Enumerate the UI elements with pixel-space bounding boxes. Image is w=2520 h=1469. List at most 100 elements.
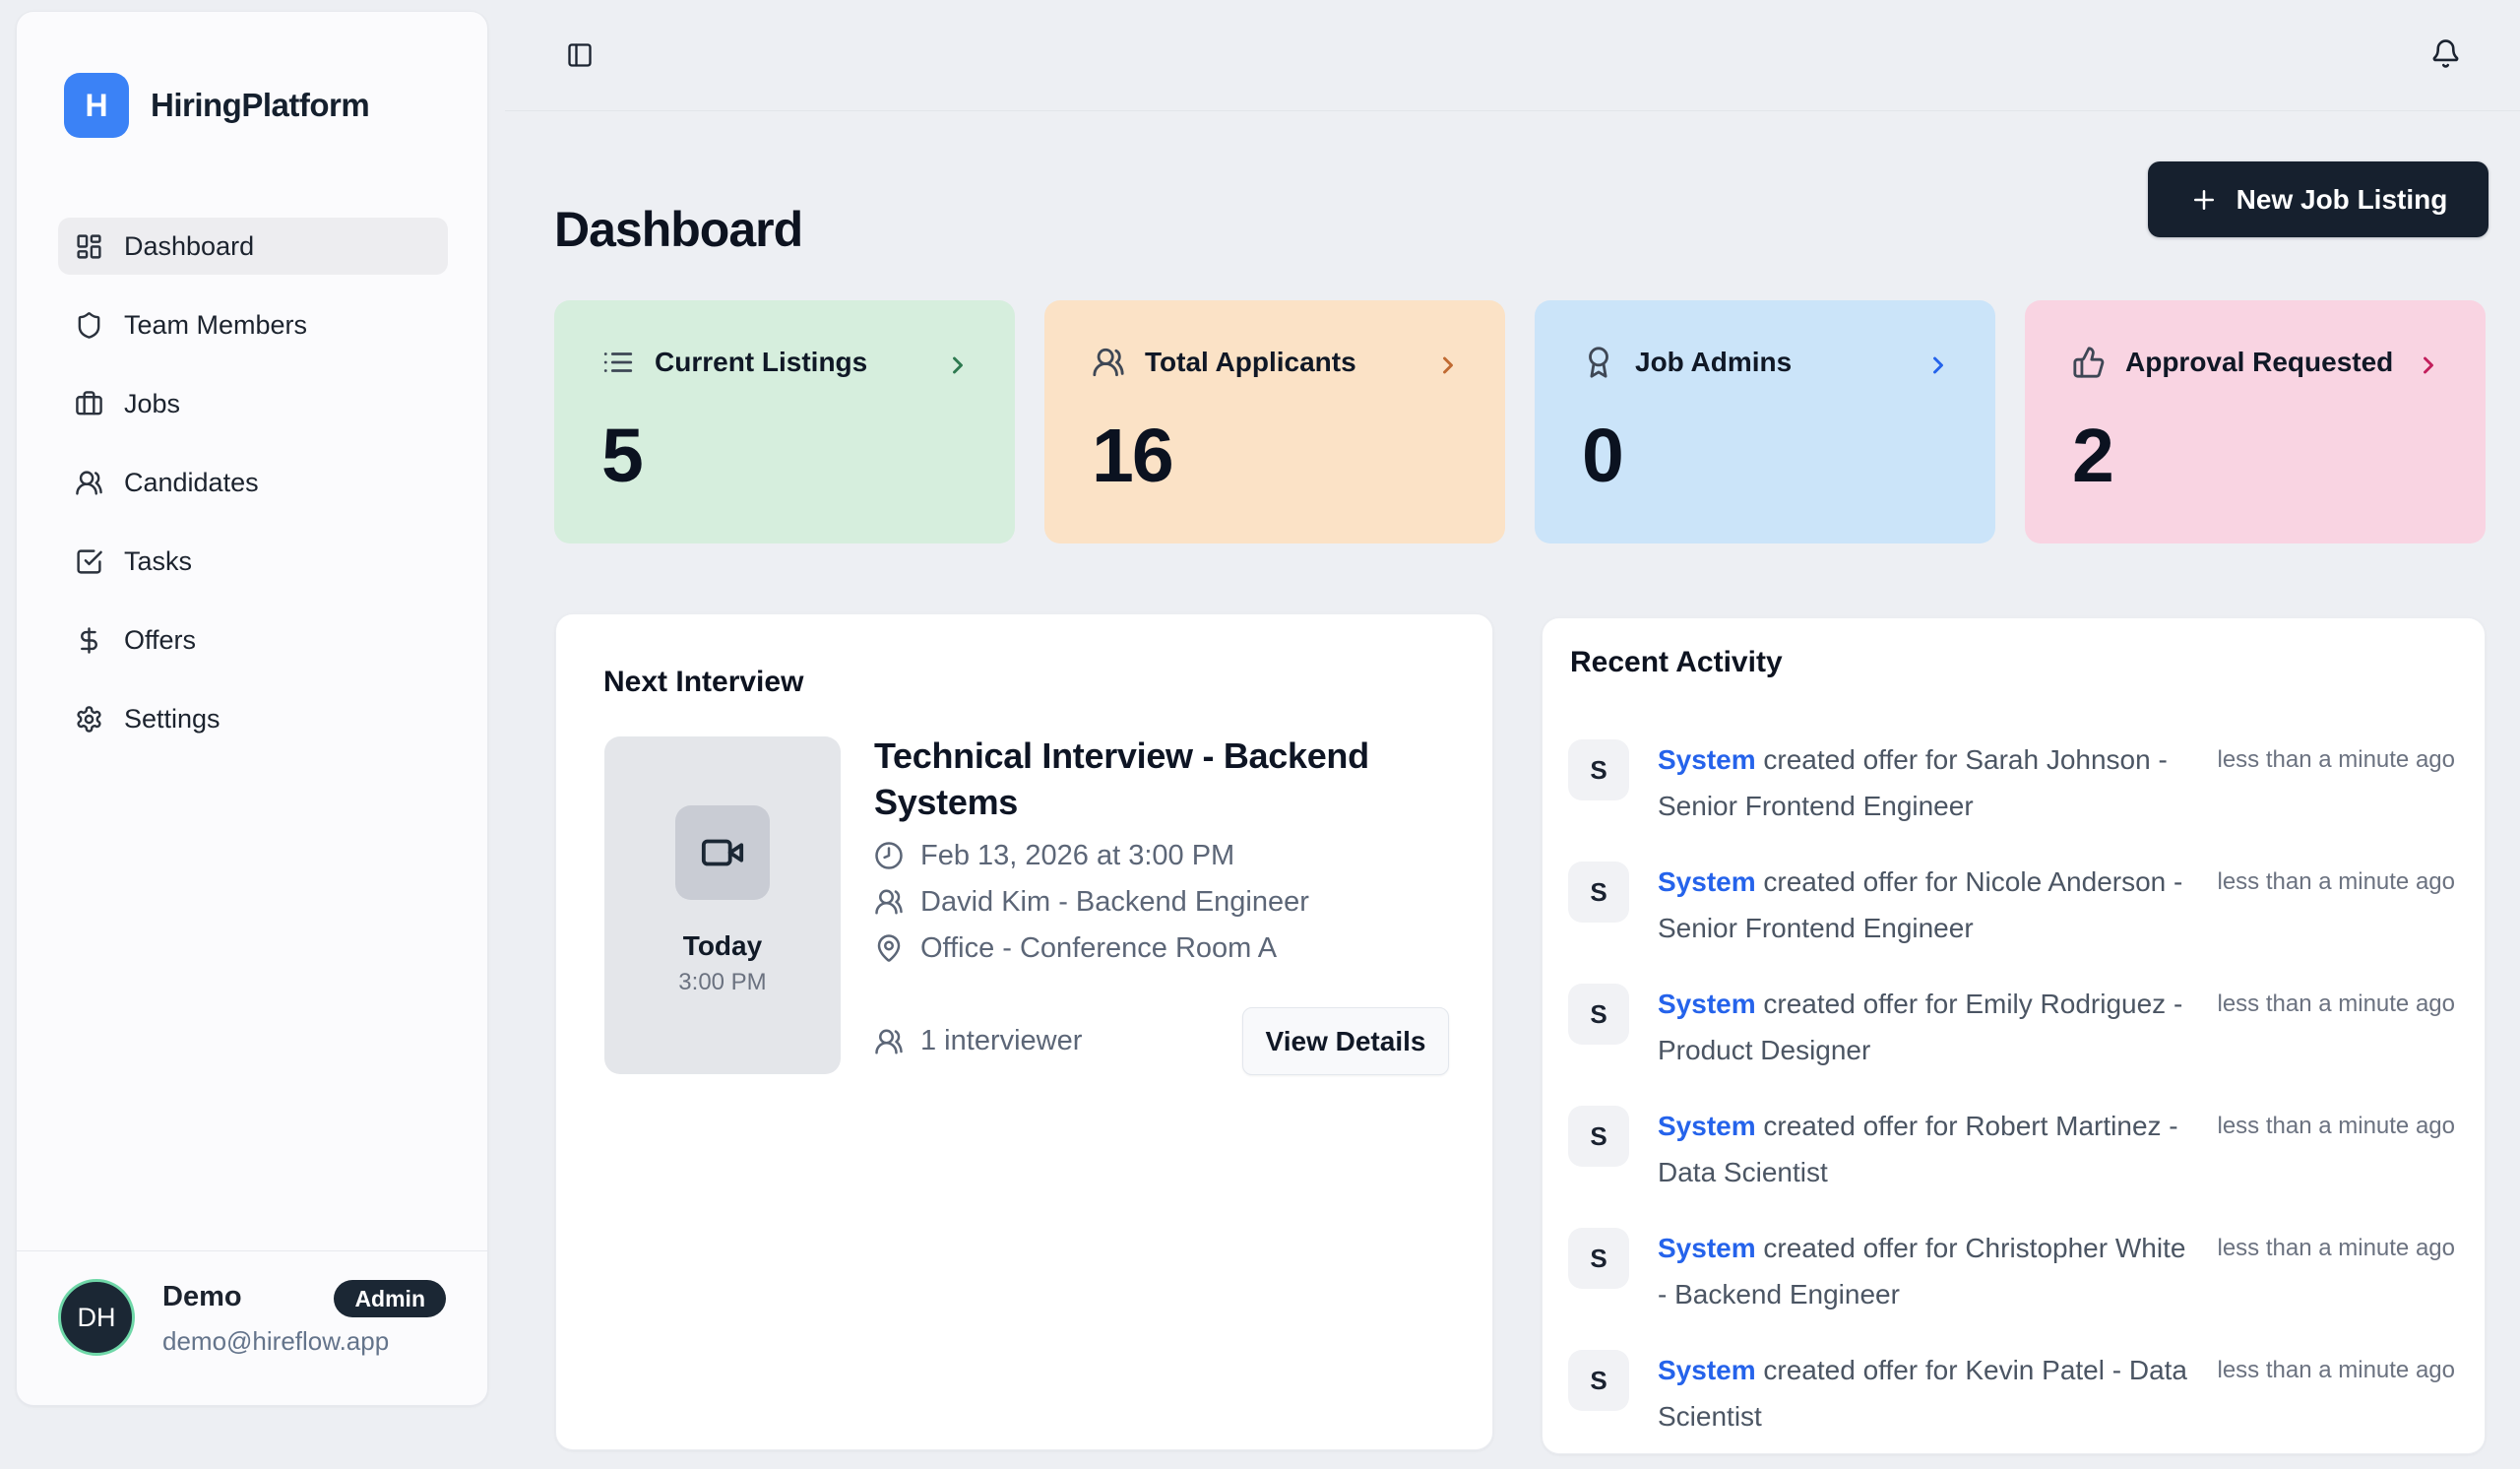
- interview-location: Office - Conference Room A: [920, 933, 1277, 963]
- video-icon-box: [675, 805, 770, 900]
- next-interview-card: Next Interview Today 3:00 PM Technical I…: [555, 613, 1493, 1450]
- activity-avatar: S: [1568, 1350, 1629, 1411]
- activity-avatar: S: [1568, 739, 1629, 800]
- sidebar-item-team-members[interactable]: Team Members: [58, 296, 448, 353]
- sidebar: H HiringPlatform Dashboard Team Members …: [16, 11, 488, 1406]
- interviewer-count: 1 interviewer: [920, 1025, 1082, 1057]
- brand: H HiringPlatform: [64, 73, 369, 138]
- activity-actor-link[interactable]: System: [1658, 744, 1756, 775]
- brand-name: HiringPlatform: [151, 87, 369, 124]
- sidebar-item-candidates[interactable]: Candidates: [58, 454, 448, 511]
- chevron-right-icon: [944, 351, 972, 379]
- stat-card-current-listings[interactable]: Current Listings 5: [554, 300, 1015, 543]
- stat-card-job-admins[interactable]: Job Admins 0: [1535, 300, 1995, 543]
- dashboard-grid-icon: [75, 232, 103, 261]
- activity-item: S System created offer for Sarah Johnson…: [1568, 736, 2455, 829]
- stat-label: Current Listings: [655, 347, 867, 378]
- activity-avatar: S: [1568, 1106, 1629, 1167]
- sidebar-item-label: Jobs: [124, 389, 180, 419]
- activity-item: S System created offer for Emily Rodrigu…: [1568, 981, 2455, 1073]
- activity-message: System created offer for Nicole Anderson…: [1658, 859, 2189, 951]
- stat-value: 2: [2072, 413, 2112, 500]
- topbar: [505, 0, 2520, 111]
- users-icon: [75, 469, 103, 497]
- sidebar-item-label: Team Members: [124, 310, 307, 341]
- new-job-listing-button[interactable]: New Job Listing: [2148, 161, 2488, 237]
- activity-message: System created offer for Christopher Whi…: [1658, 1225, 2189, 1317]
- chevron-right-icon: [1434, 351, 1462, 379]
- list-icon: [601, 346, 635, 379]
- sidebar-item-settings[interactable]: Settings: [58, 690, 448, 747]
- activity-item: S System created offer for Nicole Anders…: [1568, 859, 2455, 951]
- stat-card-total-applicants[interactable]: Total Applicants 16: [1044, 300, 1505, 543]
- stat-label: Approval Requested: [2125, 347, 2393, 378]
- sidebar-nav: Dashboard Team Members Jobs Candidates T…: [58, 218, 448, 747]
- activity-timestamp: less than a minute ago: [2218, 859, 2456, 905]
- notifications-button[interactable]: [2418, 26, 2473, 81]
- page-title: Dashboard: [554, 201, 802, 258]
- activity-timestamp: less than a minute ago: [2218, 1347, 2456, 1393]
- avatar: DH: [58, 1279, 135, 1356]
- gear-icon: [75, 705, 103, 734]
- stat-label: Job Admins: [1635, 347, 1792, 378]
- plus-icon: [2189, 185, 2219, 215]
- activity-item: S System created offer for Christopher W…: [1568, 1225, 2455, 1317]
- panel-left-icon: [566, 41, 594, 69]
- activity-message: System created offer for Sarah Johnson -…: [1658, 736, 2189, 829]
- chevron-right-icon: [2415, 351, 2442, 379]
- activity-actor-link[interactable]: System: [1658, 866, 1756, 897]
- interview-time: 3:00 PM: [604, 969, 841, 996]
- sidebar-item-label: Tasks: [124, 546, 192, 577]
- bell-icon: [2430, 38, 2461, 69]
- user-email: demo@hireflow.app: [162, 1326, 389, 1357]
- activity-actor-link[interactable]: System: [1658, 1111, 1756, 1141]
- activity-avatar: S: [1568, 984, 1629, 1045]
- interview-date-tile: Today 3:00 PM: [604, 736, 841, 1074]
- recent-activity-card: Recent Activity S System created offer f…: [1542, 617, 2486, 1454]
- sidebar-item-jobs[interactable]: Jobs: [58, 375, 448, 432]
- sidebar-item-label: Dashboard: [124, 231, 254, 262]
- users-icon: [874, 887, 904, 917]
- sidebar-user-section[interactable]: DH Demo Admin demo@hireflow.app: [17, 1250, 487, 1405]
- sidebar-item-offers[interactable]: Offers: [58, 611, 448, 669]
- sidebar-item-label: Candidates: [124, 468, 259, 498]
- activity-actor-link[interactable]: System: [1658, 1233, 1756, 1263]
- sidebar-item-tasks[interactable]: Tasks: [58, 533, 448, 590]
- stat-value: 5: [601, 413, 642, 500]
- avatar-initials: DH: [78, 1303, 116, 1333]
- interview-datetime-row: Feb 13, 2026 at 3:00 PM: [874, 841, 1455, 870]
- activity-message: System created offer for Kevin Patel - D…: [1658, 1347, 2189, 1439]
- activity-actor-link[interactable]: System: [1658, 989, 1756, 1019]
- activity-message: System created offer for Emily Rodriguez…: [1658, 981, 2189, 1073]
- interview-day: Today: [604, 929, 841, 963]
- stat-card-header: Job Admins: [1582, 346, 1948, 379]
- stats-row: Current Listings 5 Total Applicants 16 J…: [554, 300, 2486, 543]
- next-interview-heading: Next Interview: [603, 666, 803, 699]
- new-job-listing-label: New Job Listing: [2236, 184, 2448, 216]
- sidebar-item-dashboard[interactable]: Dashboard: [58, 218, 448, 275]
- user-name: Demo: [162, 1281, 242, 1313]
- stat-card-approval-requested[interactable]: Approval Requested 2: [2025, 300, 2486, 543]
- award-icon: [1582, 346, 1615, 379]
- interview-candidate-row: David Kim - Backend Engineer: [874, 887, 1455, 917]
- sidebar-toggle-button[interactable]: [552, 28, 607, 83]
- users-icon: [1092, 346, 1125, 379]
- briefcase-icon: [75, 390, 103, 418]
- activity-timestamp: less than a minute ago: [2218, 1103, 2456, 1149]
- activity-item: S System created offer for Robert Martin…: [1568, 1103, 2455, 1195]
- brand-logo-letter: H: [85, 88, 107, 124]
- interview-datetime: Feb 13, 2026 at 3:00 PM: [920, 841, 1234, 870]
- interview-candidate: David Kim - Backend Engineer: [920, 887, 1309, 917]
- activity-timestamp: less than a minute ago: [2218, 736, 2456, 783]
- sidebar-item-label: Settings: [124, 704, 220, 734]
- activity-actor-link[interactable]: System: [1658, 1355, 1756, 1385]
- interview-location-row: Office - Conference Room A: [874, 933, 1455, 963]
- activity-avatar: S: [1568, 1228, 1629, 1289]
- stat-value: 0: [1582, 413, 1622, 500]
- view-details-button[interactable]: View Details: [1242, 1007, 1449, 1075]
- interviewer-count-row: 1 interviewer: [874, 1025, 1082, 1057]
- stat-value: 16: [1092, 413, 1172, 500]
- check-square-icon: [75, 547, 103, 576]
- stat-card-header: Approval Requested: [2072, 346, 2438, 379]
- stat-card-header: Total Applicants: [1092, 346, 1458, 379]
